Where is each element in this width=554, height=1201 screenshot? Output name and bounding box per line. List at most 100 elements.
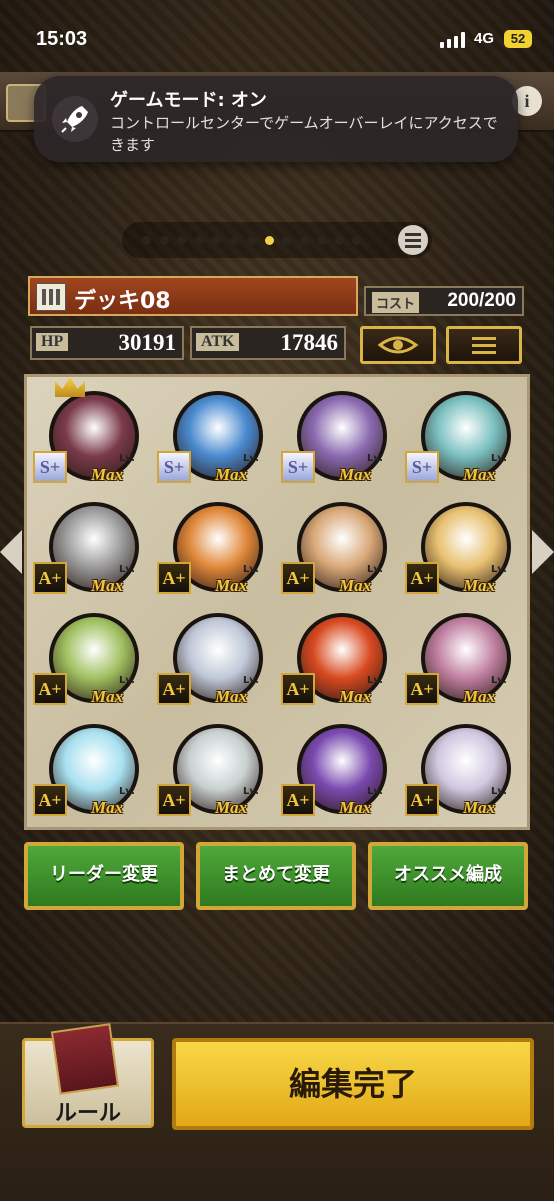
pager-dot[interactable] bbox=[212, 236, 221, 245]
level-value: Max bbox=[91, 465, 124, 484]
level-value: Max bbox=[91, 576, 124, 595]
hp-value: 30191 bbox=[118, 330, 177, 355]
pager-dot[interactable] bbox=[264, 236, 274, 245]
pager-dot[interactable] bbox=[334, 236, 344, 245]
rank-badge: A+ bbox=[157, 673, 191, 705]
clock: 15:03 bbox=[36, 28, 88, 50]
bulk-change-button[interactable]: まとめて変更 bbox=[196, 842, 356, 910]
prev-deck-arrow-icon[interactable] bbox=[0, 530, 22, 574]
rank-badge: S+ bbox=[405, 451, 439, 483]
level-label: Lv. bbox=[119, 786, 135, 797]
menu-button[interactable] bbox=[446, 326, 522, 364]
leader-change-button[interactable]: リーダー変更 bbox=[24, 842, 184, 910]
level-value: Max bbox=[215, 576, 248, 595]
level-label: Lv. bbox=[367, 453, 383, 464]
atk-label: ATK bbox=[196, 333, 240, 351]
level-label: Lv. bbox=[491, 675, 507, 686]
deck-card[interactable]: A+ Lv. Max bbox=[281, 718, 401, 826]
deck-card[interactable]: S+ Lv. Max bbox=[281, 385, 401, 493]
rank-badge: S+ bbox=[281, 451, 315, 483]
deck-pager[interactable] bbox=[122, 222, 432, 258]
level-label: Lv. bbox=[119, 564, 135, 575]
status-bar: 15:03 4G 52 bbox=[0, 0, 554, 70]
deck-card[interactable]: S+ Lv. Max bbox=[157, 385, 277, 493]
deck-title: デッキ08 bbox=[74, 289, 171, 314]
cost-label: コスト bbox=[372, 292, 420, 313]
pager-dot[interactable] bbox=[142, 236, 151, 245]
pager-dot[interactable] bbox=[247, 236, 256, 245]
level-label: Lv. bbox=[491, 786, 507, 797]
deck-card[interactable]: A+ Lv. Max bbox=[281, 496, 401, 604]
rulebook-icon bbox=[50, 1023, 120, 1095]
deck-card-grid: S+ Lv. Max S+ Lv. Max S+ Lv. Max S+ Lv. Max A+ Lv. Max… bbox=[24, 374, 530, 830]
level-value: Max bbox=[91, 687, 124, 706]
rank-badge: S+ bbox=[157, 451, 191, 483]
rank-badge: A+ bbox=[405, 673, 439, 705]
level-value: Max bbox=[339, 465, 372, 484]
level-value: Max bbox=[339, 798, 372, 817]
deck-name-plate[interactable]: デッキ08 bbox=[28, 276, 358, 316]
level-value: Max bbox=[463, 687, 496, 706]
level-label: Lv. bbox=[243, 786, 259, 797]
atk-stat: ATK 17846 bbox=[190, 326, 346, 360]
deck-slot-icon bbox=[36, 283, 66, 311]
notification-body: コントロールセンターでゲームオーバーレイにアクセスできます bbox=[110, 114, 498, 154]
network-type: 4G bbox=[474, 30, 495, 47]
level-label: Lv. bbox=[491, 564, 507, 575]
rank-badge: A+ bbox=[405, 562, 439, 594]
pager-dot[interactable] bbox=[229, 236, 239, 245]
atk-value: 17846 bbox=[280, 330, 339, 355]
battery-icon: 52 bbox=[504, 30, 532, 48]
level-label: Lv. bbox=[243, 564, 259, 575]
deck-card[interactable]: A+ Lv. Max bbox=[157, 718, 277, 826]
deck-card[interactable]: A+ Lv. Max bbox=[33, 607, 153, 715]
pager-dot[interactable] bbox=[194, 236, 204, 245]
deck-card[interactable]: A+ Lv. Max bbox=[281, 607, 401, 715]
rank-badge: S+ bbox=[33, 451, 67, 483]
level-label: Lv. bbox=[119, 453, 135, 464]
level-value: Max bbox=[215, 798, 248, 817]
deck-card[interactable]: A+ Lv. Max bbox=[405, 496, 525, 604]
eye-icon bbox=[377, 336, 419, 354]
rank-badge: A+ bbox=[281, 784, 315, 816]
game-mode-notification[interactable]: ゲームモード: オン コントロールセンターでゲームオーバーレイにアクセスできます bbox=[34, 76, 518, 162]
deck-card[interactable]: A+ Lv. Max bbox=[405, 718, 525, 826]
rule-button[interactable]: ルール bbox=[22, 1023, 154, 1128]
deck-card[interactable]: A+ Lv. Max bbox=[157, 496, 277, 604]
pager-dot[interactable] bbox=[159, 236, 169, 245]
level-label: Lv. bbox=[119, 675, 135, 686]
level-value: Max bbox=[339, 687, 372, 706]
rank-badge: A+ bbox=[33, 673, 67, 705]
deck-card[interactable]: A+ Lv. Max bbox=[157, 607, 277, 715]
level-value: Max bbox=[215, 687, 248, 706]
deck-card[interactable]: A+ Lv. Max bbox=[33, 718, 153, 826]
pager-dot[interactable] bbox=[282, 236, 291, 245]
level-value: Max bbox=[463, 465, 496, 484]
level-value: Max bbox=[91, 798, 124, 817]
edit-complete-button[interactable]: 編集完了 bbox=[172, 1038, 534, 1130]
rocket-icon bbox=[52, 96, 98, 142]
cost-value: 200/200 bbox=[447, 290, 516, 311]
deck-cost: コスト 200/200 bbox=[364, 286, 524, 316]
list-icon[interactable] bbox=[398, 225, 428, 255]
rank-badge: A+ bbox=[157, 784, 191, 816]
view-button[interactable] bbox=[360, 326, 436, 364]
deck-card[interactable]: S+ Lv. Max bbox=[33, 377, 153, 493]
pager-dot[interactable] bbox=[317, 236, 326, 245]
level-label: Lv. bbox=[243, 453, 259, 464]
level-value: Max bbox=[339, 576, 372, 595]
level-label: Lv. bbox=[367, 564, 383, 575]
hp-label: HP bbox=[36, 333, 69, 351]
deck-card[interactable]: S+ Lv. Max bbox=[405, 385, 525, 493]
signal-icon bbox=[440, 32, 466, 48]
pager-dot[interactable] bbox=[299, 236, 309, 245]
pager-dot[interactable] bbox=[177, 236, 186, 245]
deck-card[interactable]: A+ Lv. Max bbox=[33, 496, 153, 604]
rank-badge: A+ bbox=[33, 784, 67, 816]
rank-badge: A+ bbox=[33, 562, 67, 594]
level-value: Max bbox=[463, 798, 496, 817]
next-deck-arrow-icon[interactable] bbox=[532, 530, 554, 574]
deck-card[interactable]: A+ Lv. Max bbox=[405, 607, 525, 715]
recommended-button[interactable]: オススメ編成 bbox=[368, 842, 528, 910]
pager-dot[interactable] bbox=[352, 236, 361, 245]
